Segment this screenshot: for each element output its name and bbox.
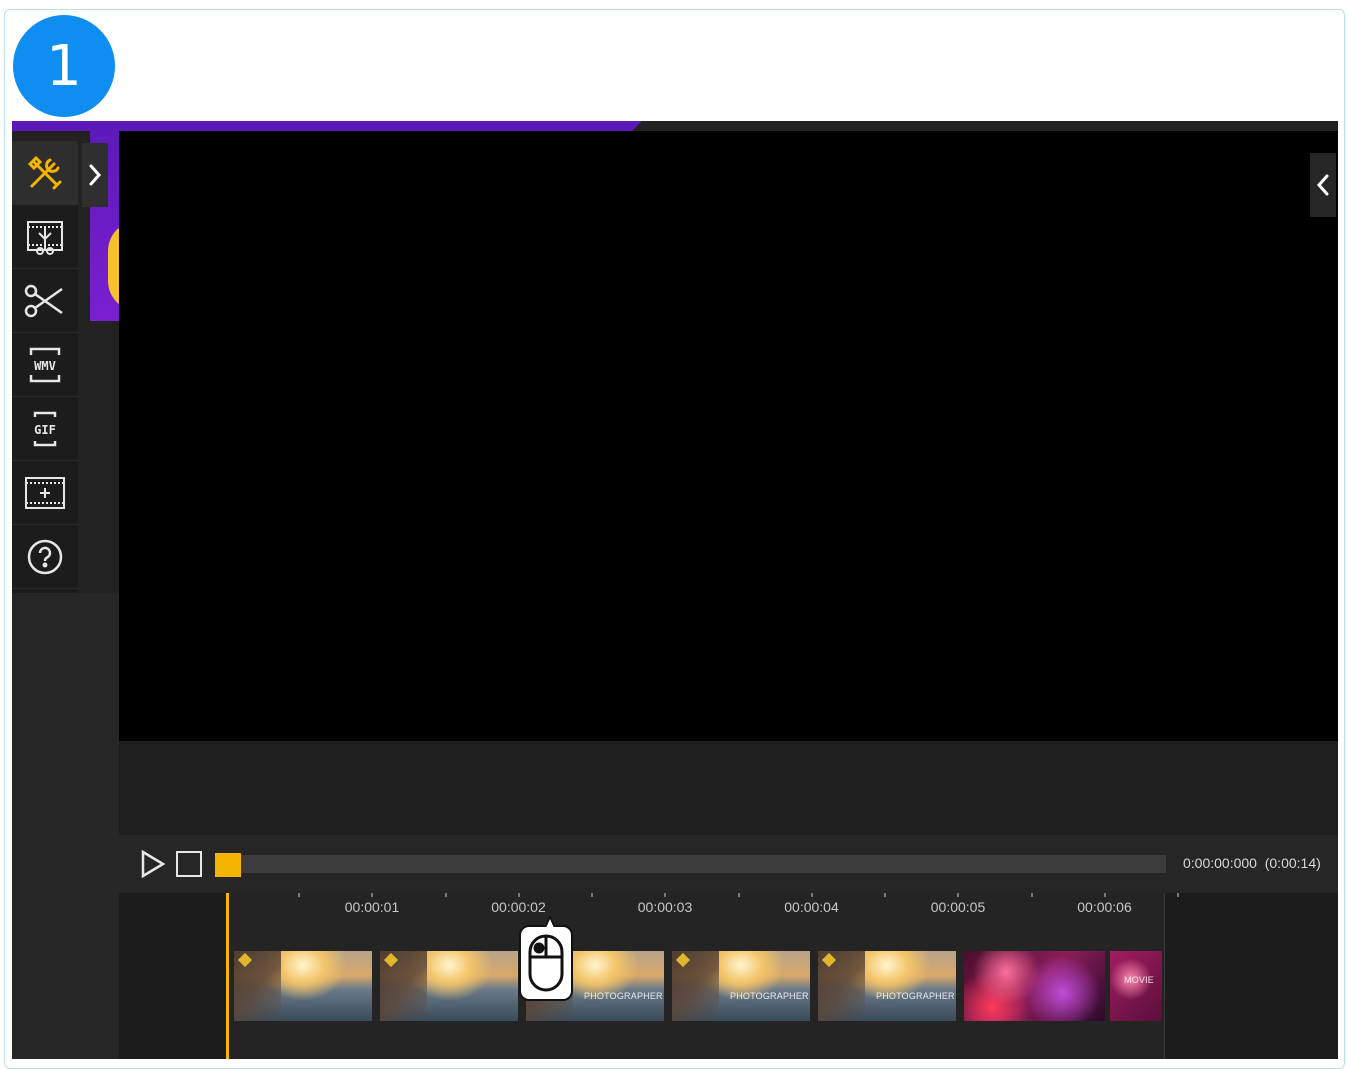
left-panel — [12, 593, 119, 1059]
add-frame-icon — [25, 476, 65, 509]
ruler-label: 00:00:04 — [784, 899, 839, 915]
timeline-thumbnail[interactable]: MOVIE — [1110, 951, 1162, 1021]
ruler-label: 00:00:05 — [930, 899, 986, 915]
ruler-tick — [664, 893, 667, 897]
thumbnail-caption: PHOTOGRAPHER — [730, 991, 809, 1001]
thumbnail-caption: PHOTOGRAPHER — [584, 991, 663, 1001]
seek-handle[interactable] — [215, 853, 241, 877]
chevron-right-icon — [89, 164, 102, 186]
help-icon — [27, 539, 63, 574]
ruler-label: 00:00:02 — [491, 899, 546, 915]
thumbnail-caption: PHOTOGRAPHER — [876, 991, 955, 1001]
sidebar-item-add-frame[interactable] — [12, 461, 78, 525]
ruler-tick — [1030, 893, 1033, 897]
mouse-click-callout — [519, 915, 573, 1001]
sidebar-item-scissors[interactable] — [12, 269, 78, 333]
ruler-tick — [298, 893, 300, 897]
sidebar-item-wmv[interactable]: WMV — [12, 333, 78, 397]
ruler-tick — [444, 893, 447, 897]
tool-sidebar: WMV GIF — [12, 141, 78, 593]
ruler-tick — [591, 893, 593, 897]
timeline-track[interactable]: 00:00:01 00:00:02 00:00:03 00:00:04 00:00:05… — [226, 893, 1179, 1059]
timeline-thumbnail[interactable] — [964, 951, 1105, 1021]
preview-footer — [119, 741, 1338, 835]
svg-text:WMV: WMV — [34, 359, 56, 373]
play-button[interactable] — [139, 849, 167, 879]
step-number-badge: 1 — [13, 15, 115, 117]
ruler-tick — [517, 893, 520, 897]
sidebar-item-film-split[interactable] — [12, 205, 78, 269]
scissors-icon — [24, 284, 63, 317]
thumbnail-caption: MOVIE — [1124, 975, 1155, 985]
chevron-left-icon — [1316, 174, 1329, 196]
ruler-label: 00:00:01 — [344, 899, 400, 915]
timeline-thumbnail[interactable] — [380, 951, 518, 1021]
timeline-thumbnail[interactable]: PHOTOGRAPHER — [818, 951, 956, 1021]
timecode-display: 0:00:00:000 (0:00:14) — [1183, 855, 1321, 871]
sidebar-item-gif[interactable]: GIF — [12, 397, 78, 461]
sidebar-item-help[interactable] — [12, 525, 78, 589]
seek-bar[interactable] — [215, 853, 1166, 877]
film-split-icon — [27, 220, 63, 255]
stop-button[interactable] — [176, 851, 202, 877]
ruler-label: 00:00:03 — [637, 899, 693, 915]
svg-text:GIF: GIF — [34, 423, 56, 437]
timeline-thumbnail[interactable] — [234, 951, 372, 1021]
ruler-tick — [1177, 893, 1179, 897]
ruler-tick — [957, 893, 960, 897]
ruler-tick — [884, 893, 886, 897]
ruler-tick — [371, 893, 374, 897]
timeline-thumbnail[interactable]: PHOTOGRAPHER — [672, 951, 810, 1021]
expand-sidebar-button[interactable] — [82, 143, 108, 207]
mouse-left-click-icon — [528, 934, 564, 992]
collapse-panel-button[interactable] — [1310, 153, 1336, 217]
ruler-label: 00:00:06 — [1077, 899, 1132, 915]
timeline: 00:00:01 00:00:02 00:00:03 00:00:04 00:00:05… — [119, 893, 1338, 1059]
video-editor-window: WMV GIF 0:00:00:000 (0:00:14) 00:00:01 0… — [12, 121, 1338, 1059]
gif-icon: GIF — [33, 411, 57, 446]
transport-bar: 0:00:00:000 (0:00:14) — [119, 835, 1338, 893]
ruler-tick — [737, 893, 740, 897]
sidebar-item-tools[interactable] — [12, 141, 78, 205]
video-preview — [119, 131, 1338, 741]
wmv-icon: WMV — [29, 347, 61, 382]
ruler-tick — [810, 893, 813, 897]
ruler-tick — [1103, 893, 1106, 897]
tools-icon — [27, 155, 62, 189]
playhead[interactable] — [226, 893, 229, 1059]
